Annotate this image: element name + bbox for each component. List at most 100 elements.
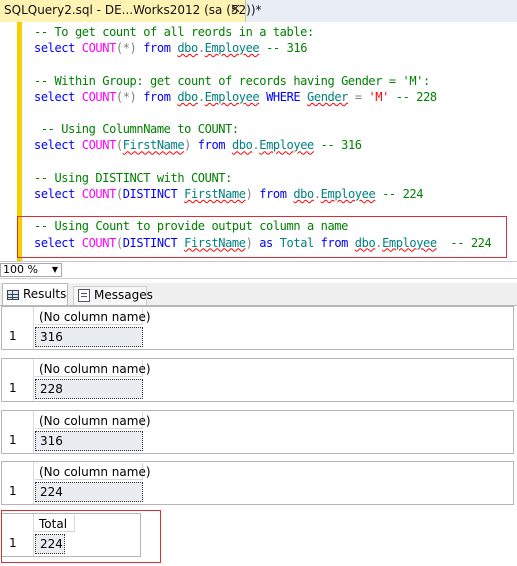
row-number: 1 (9, 329, 17, 343)
code-token: dbo (177, 41, 198, 56)
result-cell[interactable]: 228 (35, 379, 143, 399)
code-token: select (34, 89, 82, 104)
zoom-value: 100 % (3, 263, 38, 276)
result-cell[interactable]: 316 (35, 327, 143, 347)
code-token: -- Using Count to provide output column … (34, 219, 348, 234)
code-token: -- Using ColumnName to COUNT: (34, 122, 239, 137)
code-line[interactable]: select COUNT(FirstName) from dbo.Employe… (34, 138, 362, 154)
code-line[interactable]: -- Using Count to provide output column … (34, 219, 348, 235)
close-tab-icon[interactable]: ✕ (230, 2, 241, 17)
code-line[interactable]: -- Within Group: get count of records ha… (34, 74, 430, 90)
code-token: ( (115, 187, 123, 201)
code-token: -- 228 (388, 89, 437, 104)
messages-icon (78, 289, 90, 302)
code-token: . (197, 89, 205, 104)
row-number: 1 (9, 433, 17, 447)
code-token: WHERE (259, 89, 308, 104)
code-token: -- To get count of all reords in a table… (34, 25, 314, 39)
code-token: = (348, 89, 369, 104)
code-token: select (34, 41, 82, 56)
column-header[interactable]: (No column name) (35, 308, 151, 325)
code-line[interactable]: -- Using ColumnName to COUNT: (34, 122, 239, 138)
row-number: 1 (9, 381, 17, 395)
code-token: DISTINCT (122, 235, 185, 250)
tab-messages-label: Messages (94, 288, 153, 302)
grid-icon (7, 289, 19, 300)
row-header-column: 1 (2, 462, 34, 504)
code-token: select (34, 138, 82, 153)
code-token: from (190, 138, 232, 153)
code-token: from (313, 235, 355, 250)
code-token: dbo (231, 138, 253, 153)
code-token: ( (115, 235, 123, 250)
code-token: . (197, 41, 205, 56)
result-grid[interactable]: 1 (No column name) 224 (1, 461, 514, 505)
results-tabstrip: Results Messages (0, 283, 517, 306)
code-token: COUNT (81, 138, 117, 153)
row-number: 1 (9, 484, 17, 498)
code-token: COUNT (81, 187, 117, 201)
code-token: DISTINCT (122, 187, 185, 201)
result-grid[interactable]: 1 (No column name) 228 (1, 358, 514, 402)
code-token: FirstName (122, 138, 185, 153)
row-header-column: 1 (2, 411, 34, 453)
code-token: Employee (320, 187, 376, 201)
tab-results-label: Results (23, 287, 67, 301)
tab-results[interactable]: Results (2, 283, 68, 305)
document-tabstrip: SQLQuery2.sql - DE...Works2012 (sa (52))… (0, 0, 517, 22)
code-token: as (252, 235, 280, 250)
code-token: select (34, 235, 82, 250)
code-line[interactable]: select COUNT(*) from dbo.Employee WHERE … (34, 90, 437, 106)
column-header[interactable]: (No column name) (35, 360, 151, 377)
code-token: -- 224 (375, 187, 424, 201)
code-token: dbo (293, 187, 314, 201)
code-token: -- 316 (259, 41, 308, 56)
code-token: -- 224 (436, 235, 492, 250)
code-token: Total (279, 235, 315, 250)
result-grid[interactable]: 1 (No column name) 316 (1, 410, 514, 454)
result-cell[interactable]: 316 (35, 431, 143, 451)
code-line[interactable]: select COUNT(*) from dbo.Employee -- 316 (34, 41, 307, 57)
code-token: Employee (382, 235, 437, 250)
code-token: . (313, 187, 321, 201)
code-token: -- Within Group: get count of records ha… (34, 73, 430, 88)
column-header[interactable]: (No column name) (35, 412, 151, 429)
code-token: dbo (177, 89, 198, 104)
code-token: COUNT (81, 41, 117, 56)
code-line[interactable]: -- To get count of all reords in a table… (34, 25, 314, 41)
code-token: COUNT (81, 89, 117, 104)
code-token: select (34, 187, 82, 201)
code-line[interactable]: select COUNT(DISTINCT FirstName) as Tota… (34, 235, 492, 252)
code-line[interactable]: -- Using DISTINCT with COUNT: (34, 171, 232, 187)
code-token: (*) (115, 89, 137, 104)
zoom-select[interactable]: 100 % ▼ (0, 263, 62, 277)
row-header-column: 1 (2, 359, 34, 401)
code-token: (*) (115, 41, 137, 56)
code-token: from (136, 41, 178, 56)
chevron-down-icon: ▼ (51, 265, 58, 274)
code-token: from (252, 187, 294, 201)
query-tab-title: SQLQuery2.sql - DE...Works2012 (sa (52))… (4, 3, 262, 17)
query-document-tab[interactable]: SQLQuery2.sql - DE...Works2012 (sa (52))… (0, 0, 262, 22)
query-editor[interactable]: -- To get count of all reords in a table… (0, 22, 517, 262)
result-cell[interactable]: 224 (35, 482, 143, 502)
tab-messages[interactable]: Messages (73, 286, 153, 305)
result-grid[interactable]: 1 (No column name) 316 (1, 306, 514, 350)
column-header[interactable]: (No column name) (35, 463, 151, 480)
code-token: FirstName (184, 235, 246, 250)
code-token: -- Using DISTINCT with COUNT: (34, 170, 232, 185)
code-token: COUNT (81, 235, 117, 250)
code-token: Employee (204, 41, 260, 56)
editor-margin (0, 22, 17, 261)
code-token: from (136, 89, 178, 104)
code-token: FirstName (184, 187, 246, 201)
highlight-box-result (1, 510, 161, 563)
code-token: Gender (307, 89, 348, 104)
code-token: Employee (259, 138, 314, 153)
code-line[interactable]: select COUNT(DISTINCT FirstName) from db… (34, 187, 423, 203)
editor-statusbar: 100 % ▼ (0, 262, 517, 279)
row-header-column: 1 (2, 307, 34, 349)
code-token: dbo (354, 235, 376, 250)
code-token: -- 316 (313, 138, 362, 153)
code-token: ) (184, 138, 191, 153)
